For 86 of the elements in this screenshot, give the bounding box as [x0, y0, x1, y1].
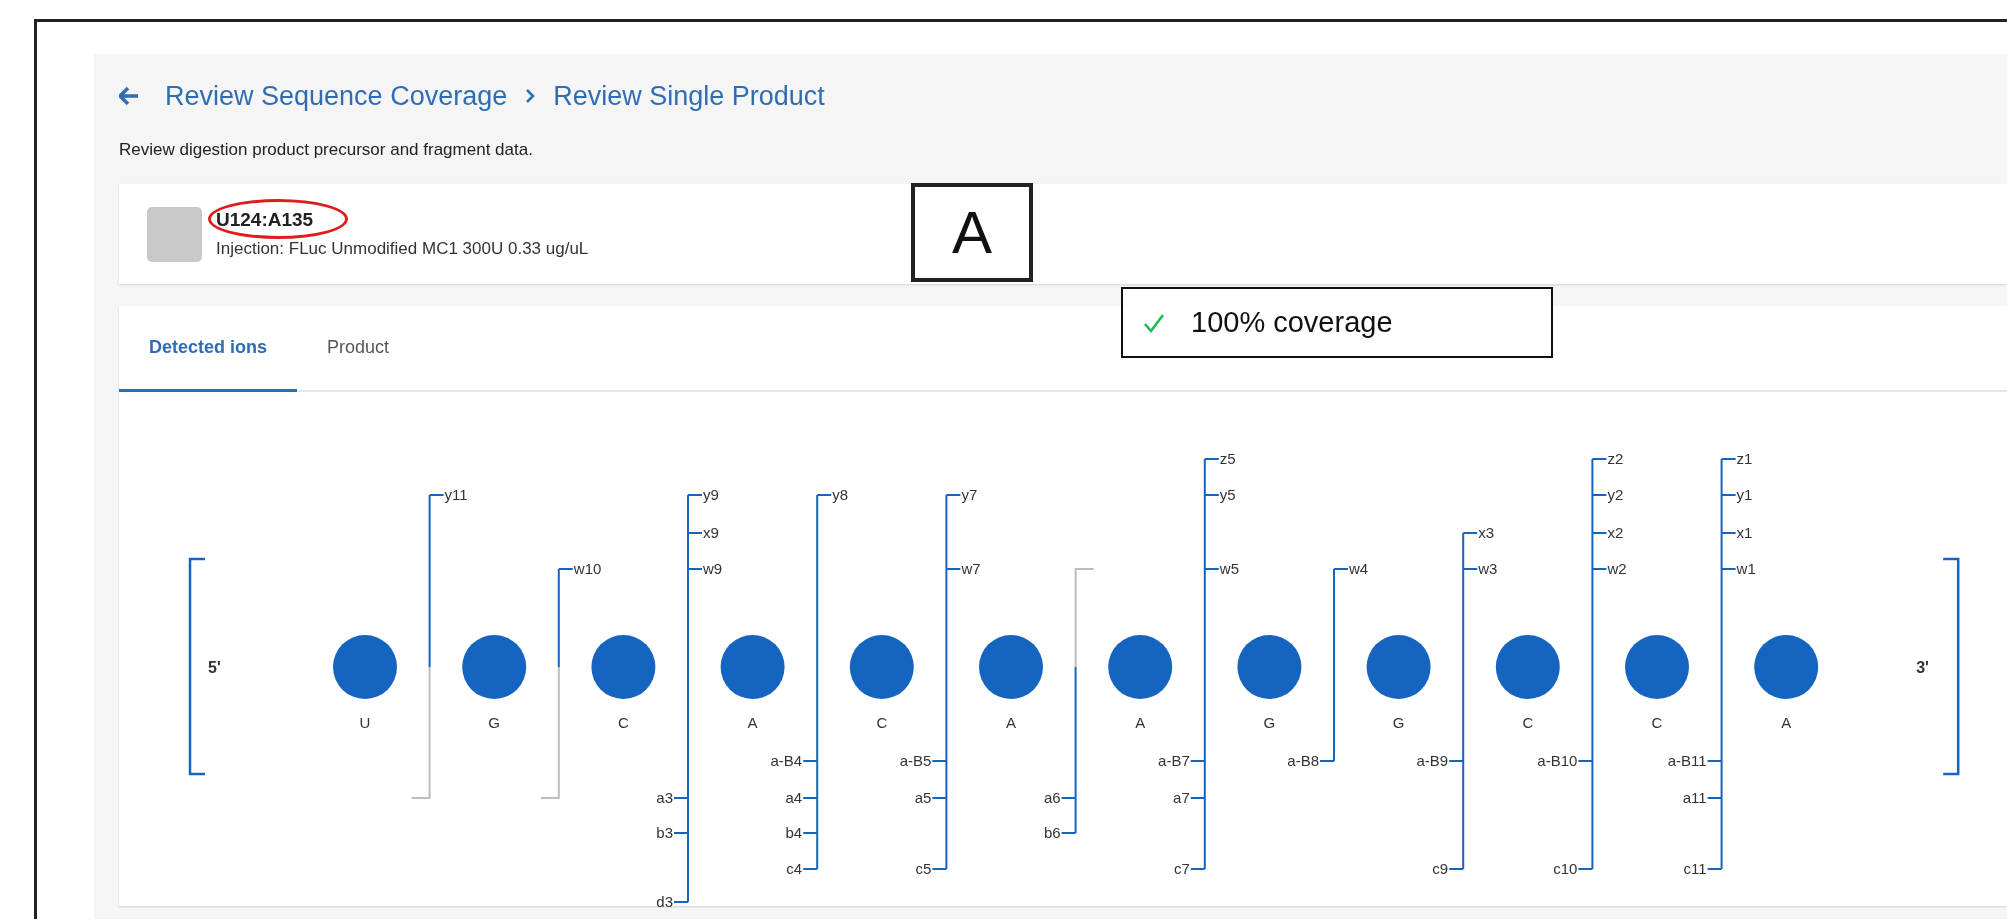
tab[interactable]: Detected ions — [119, 306, 298, 392]
page-description: Review digestion product precursor and fragment data. — [119, 140, 534, 160]
ion-label: x9 — [703, 524, 719, 541]
nucleotide-circle — [462, 635, 527, 699]
nucleotide-circle — [333, 635, 397, 699]
ion-label: a-B4 — [770, 752, 803, 769]
ion-label: a-B11 — [1667, 752, 1707, 769]
nucleotide-label: A — [747, 714, 758, 731]
product-thumbnail — [147, 206, 202, 262]
ion-label: a-B10 — [1537, 752, 1578, 769]
ion-label: c9 — [1432, 860, 1449, 877]
ion-label: y7 — [961, 486, 978, 503]
breadcrumb-link[interactable]: Review Single Product — [553, 80, 825, 112]
nucleotide-circle — [1495, 635, 1560, 699]
product-subtitle: Injection: FLuc Unmodified MC1 300U 0.33 ug/uL — [216, 239, 589, 259]
ion-label: a5 — [914, 789, 932, 806]
nucleotide-circle — [1366, 635, 1431, 699]
ion-label: z1 — [1736, 450, 1753, 467]
ion-label: z5 — [1219, 450, 1236, 467]
ion-label: c5 — [915, 860, 932, 877]
ion-label: w2 — [1607, 560, 1627, 577]
ion-label: w1 — [1736, 560, 1756, 577]
ion-label: z2 — [1607, 450, 1624, 467]
ion-label: b4 — [785, 824, 803, 841]
bracket-icon — [1943, 557, 1960, 776]
product-title: U124:A135 — [216, 209, 314, 231]
nucleotide-circle — [979, 635, 1043, 699]
ion-label: x2 — [1607, 524, 1624, 541]
nucleotide-label: G — [488, 714, 501, 731]
ion-label: a11 — [1682, 789, 1707, 806]
breadcrumb-link[interactable]: Review Sequence Coverage — [165, 80, 508, 112]
ion-label: y5 — [1219, 486, 1236, 503]
three-prime-label: 3' — [1916, 659, 1929, 676]
panel-label: A — [911, 183, 1033, 282]
ion-label: a7 — [1173, 789, 1190, 806]
ion-label: b3 — [656, 824, 673, 841]
ion-label: d3 — [656, 893, 673, 910]
ion-label: y11 — [444, 486, 468, 503]
ion-label: c11 — [1683, 860, 1707, 877]
ion-label: y8 — [832, 486, 849, 503]
ion-label: a6 — [1043, 789, 1061, 806]
nucleotide-label: G — [1263, 714, 1276, 731]
bracket-icon — [188, 557, 205, 776]
ion-label: y9 — [703, 486, 719, 503]
ion-label: a-B9 — [1416, 752, 1449, 769]
ion-label: w9 — [703, 560, 723, 577]
coverage-text: 100% coverage — [1191, 306, 1393, 339]
ion-label: c10 — [1553, 860, 1578, 877]
nucleotide-label: A — [1135, 714, 1146, 731]
ion-label: c7 — [1173, 860, 1190, 877]
ion-label: w10 — [573, 560, 602, 577]
ion-label: x3 — [1478, 524, 1495, 541]
ion-label: y1 — [1736, 486, 1753, 503]
ion-label: y2 — [1607, 486, 1624, 503]
tab[interactable]: Product — [297, 306, 420, 392]
nucleotide-label: A — [1006, 714, 1016, 731]
ion-label: a3 — [656, 789, 673, 806]
nucleotide-circle — [1754, 635, 1819, 699]
ion-label: a-B8 — [1287, 752, 1319, 769]
nucleotide-label: U — [359, 714, 371, 731]
ion-label: w4 — [1349, 560, 1369, 577]
ion-label: x1 — [1736, 524, 1753, 541]
ion-label: c4 — [786, 860, 803, 877]
ion-label: a4 — [785, 789, 803, 806]
ion-label: a-B5 — [899, 752, 932, 769]
ion-label: b6 — [1043, 824, 1061, 841]
back-arrow-icon[interactable] — [119, 87, 139, 105]
nucleotide-label: C — [876, 714, 888, 731]
nucleotide-label: G — [1392, 714, 1405, 731]
nucleotide-circle — [849, 635, 914, 699]
five-prime-label: 5' — [208, 659, 221, 676]
nucleotide-circle — [591, 635, 656, 699]
nucleotide-circle — [720, 635, 785, 699]
nucleotide-circle — [1625, 635, 1689, 699]
ion-label: w7 — [961, 560, 981, 577]
ion-label: w5 — [1219, 560, 1239, 577]
nucleotide-label: C — [1651, 714, 1663, 731]
nucleotide-label: C — [1522, 714, 1534, 731]
nucleotide-circle — [1237, 635, 1302, 699]
nucleotide-label: C — [618, 714, 629, 731]
check-icon — [1143, 312, 1165, 333]
chevron-right-icon — [525, 89, 536, 103]
ion-label: w3 — [1478, 560, 1498, 577]
nucleotide-circle — [1108, 635, 1173, 699]
ion-label: a-B7 — [1158, 752, 1190, 769]
nucleotide-label: A — [1781, 714, 1792, 731]
